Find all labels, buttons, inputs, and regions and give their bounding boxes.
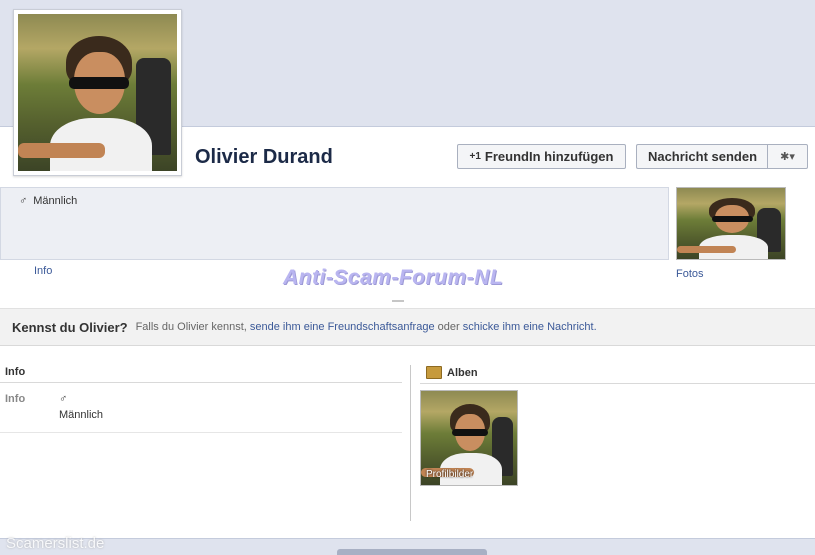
gender-text: Männlich <box>33 195 78 207</box>
gender-summary: ♂ Männlich <box>19 195 77 207</box>
footer-watermark: Scamerslist.de <box>6 535 105 552</box>
watermark-text: Anti-Scam-Forum-NL <box>283 266 504 289</box>
info-key: Info <box>5 393 26 405</box>
male-icon: ♂ <box>59 393 68 405</box>
profile-picture[interactable] <box>13 9 182 176</box>
column-divider <box>410 365 411 521</box>
info-row: Info ♂ Männlich <box>0 383 402 433</box>
friend-prompt-bar: Kennst du Olivier? Falls du Olivier kenn… <box>0 308 815 346</box>
bio-box <box>0 187 669 260</box>
tab-info[interactable]: Info <box>34 265 52 277</box>
gear-icon: ✱▾ <box>780 151 795 163</box>
friend-prompt-title: Kennst du Olivier? <box>12 319 128 335</box>
friend-prompt-text: Falls du Olivier kennst, sende ihm eine … <box>136 321 597 333</box>
profile-name: Olivier Durand <box>195 146 333 168</box>
bottom-button[interactable] <box>337 549 487 555</box>
add-friend-button[interactable]: +1 FreundIn hinzufügen <box>457 144 626 169</box>
tab-fotos[interactable]: Fotos <box>676 268 704 280</box>
friend-prompt-or: oder <box>437 321 460 333</box>
albums-title: Alben <box>447 366 478 379</box>
albums-section: Alben Profilbilder <box>420 362 815 486</box>
info-gender-value: Männlich <box>59 409 104 421</box>
fotos-thumbnail[interactable] <box>676 187 786 260</box>
profile-photo <box>18 14 177 171</box>
send-message-button[interactable]: Nachricht senden <box>636 144 768 169</box>
albums-header: Alben <box>420 362 815 384</box>
add-friend-icon: +1 <box>469 151 481 162</box>
friend-prompt-prefix: Falls du Olivier kennst, <box>135 321 247 333</box>
male-icon: ♂ <box>19 195 28 207</box>
info-section-header: Info <box>0 362 402 383</box>
send-message-link[interactable]: schicke ihm eine Nachricht. <box>463 321 597 333</box>
album-label: Profilbilder <box>426 469 474 480</box>
album-icon <box>426 366 442 379</box>
add-friend-label: FreundIn hinzufügen <box>484 149 614 164</box>
album-profilbilder[interactable]: Profilbilder <box>420 390 518 486</box>
info-section: Info Info ♂ Männlich <box>0 362 402 433</box>
divider-dash <box>392 300 404 302</box>
friend-request-link[interactable]: sende ihm eine Freundschaftsanfrage <box>250 321 435 333</box>
settings-gear-dropdown[interactable]: ✱▾ <box>767 144 808 169</box>
